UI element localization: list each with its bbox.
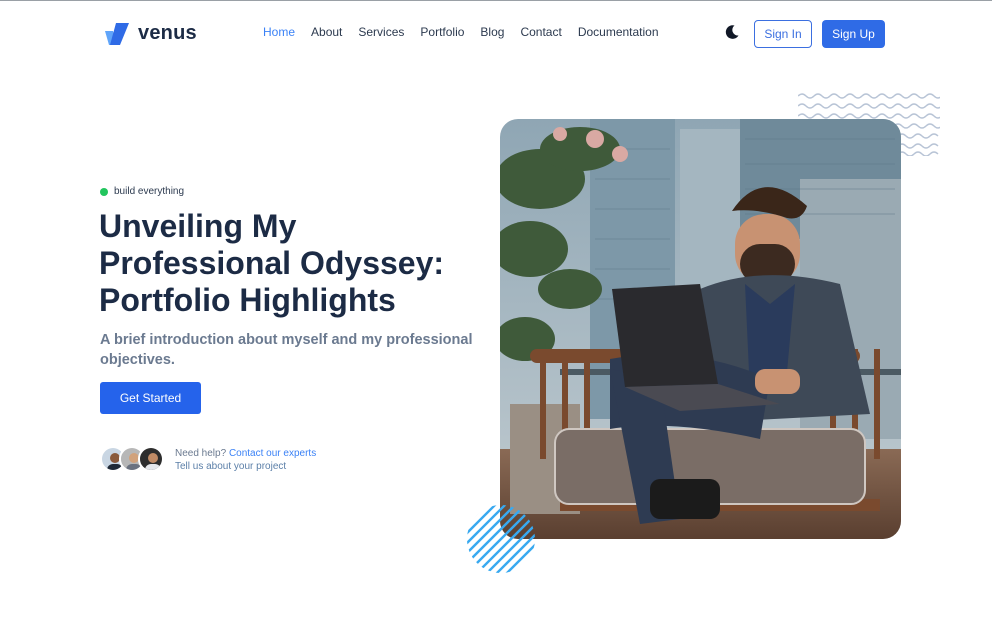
nav-blog[interactable]: Blog xyxy=(480,25,504,39)
hero-title-line: Portfolio Highlights xyxy=(99,282,396,318)
nav-home[interactable]: Home xyxy=(263,25,295,39)
hero-title-line: Unveiling My xyxy=(99,208,297,244)
nav-contact[interactable]: Contact xyxy=(520,25,561,39)
contact-experts-link[interactable]: Contact our experts xyxy=(229,448,316,459)
help-line2: Tell us about your project xyxy=(175,461,287,472)
hero-photo xyxy=(500,119,901,539)
sign-in-button[interactable]: Sign In xyxy=(754,20,812,48)
main-nav: Home About Services Portfolio Blog Conta… xyxy=(263,25,659,39)
help-text: Need help? Contact our experts Tell us a… xyxy=(175,447,316,473)
site-header: venus Home About Services Portfolio Blog… xyxy=(0,0,992,68)
hero-title: Unveiling My Professional Odyssey: Portf… xyxy=(99,208,499,319)
avatar xyxy=(138,446,164,472)
logo-mark-icon xyxy=(105,22,129,45)
nav-about[interactable]: About xyxy=(311,25,342,39)
help-prefix: Need help? xyxy=(175,448,227,459)
hero-badge: build everything xyxy=(100,186,184,197)
nav-documentation[interactable]: Documentation xyxy=(578,25,659,39)
hero-badge-label: build everything xyxy=(114,186,185,197)
brand-name: venus xyxy=(138,22,197,44)
stripe-pattern-icon xyxy=(467,505,535,573)
get-started-button[interactable]: Get Started xyxy=(100,382,201,414)
brand-logo[interactable]: venus xyxy=(105,22,197,45)
hero-subtitle: A brief introduction about myself and my… xyxy=(100,332,473,368)
nav-services[interactable]: Services xyxy=(358,25,404,39)
moon-icon[interactable] xyxy=(724,24,740,40)
status-dot-icon xyxy=(100,187,108,196)
nav-portfolio[interactable]: Portfolio xyxy=(420,25,464,39)
expert-avatars xyxy=(100,446,166,474)
hero-title-line: Professional Odyssey: xyxy=(99,245,445,281)
sign-up-button[interactable]: Sign Up xyxy=(822,20,885,48)
